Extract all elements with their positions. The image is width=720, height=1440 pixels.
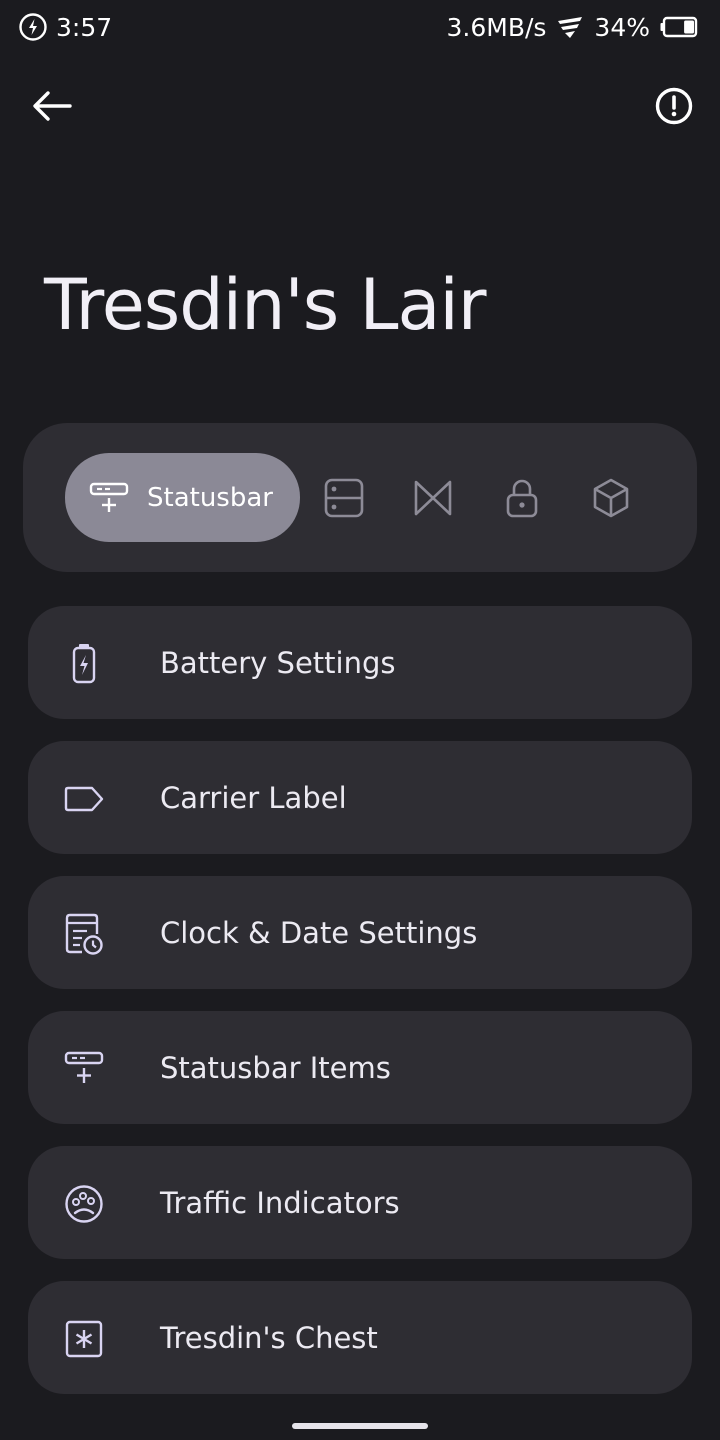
status-bar-right: 3.6MB/s 34% (446, 10, 698, 44)
tab-media[interactable] (410, 475, 456, 521)
label-icon (62, 777, 106, 821)
traffic-icon (62, 1182, 106, 1226)
arrow-left-icon (33, 91, 72, 121)
list-item-carrier-label[interactable]: Carrier Label (28, 741, 692, 854)
panel-icon (324, 478, 364, 518)
wifi-icon (556, 15, 584, 39)
section-tab-bar: Statusbar (23, 423, 697, 572)
page-title: Tresdin's Lair (44, 264, 487, 346)
list-item-label: Carrier Label (160, 780, 347, 815)
status-bar-left: 3:57 (18, 10, 112, 44)
tab-lockscreen[interactable] (499, 475, 545, 521)
chest-icon (62, 1317, 106, 1361)
tab-misc[interactable] (588, 475, 634, 521)
tab-statusbar-label: Statusbar (147, 482, 273, 513)
battery-percent: 34% (594, 12, 650, 42)
info-button[interactable] (650, 82, 698, 130)
battery-status-icon (660, 16, 698, 38)
alert-circle-icon (655, 87, 693, 125)
list-item-clock-date-settings[interactable]: Clock & Date Settings (28, 876, 692, 989)
tab-quick-settings[interactable] (321, 475, 367, 521)
list-item-traffic-indicators[interactable]: Traffic Indicators (28, 1146, 692, 1259)
lock-icon (506, 479, 538, 518)
statusbar-items-icon (62, 1047, 106, 1091)
screen-record-icon (18, 12, 48, 42)
list-item-label: Traffic Indicators (160, 1185, 400, 1220)
status-bar: 3:57 3.6MB/s 34% (0, 0, 720, 54)
list-item-statusbar-items[interactable]: Statusbar Items (28, 1011, 692, 1124)
clock: 3:57 (56, 12, 113, 42)
back-button[interactable] (28, 82, 76, 130)
home-indicator[interactable] (292, 1423, 428, 1429)
tab-statusbar[interactable]: Statusbar (65, 453, 300, 542)
cube-icon (593, 478, 629, 518)
list-item-battery-settings[interactable]: Battery Settings (28, 606, 692, 719)
statusbar-icon (89, 481, 129, 515)
list-item-tresdins-chest[interactable]: Tresdin's Chest (28, 1281, 692, 1394)
list-item-label: Battery Settings (160, 645, 396, 680)
network-speed: 3.6MB/s (446, 12, 547, 42)
battery-icon (62, 642, 106, 686)
list-item-label: Tresdin's Chest (160, 1320, 378, 1355)
list-item-label: Statusbar Items (160, 1050, 391, 1085)
list-item-label: Clock & Date Settings (160, 915, 478, 950)
clock-date-icon (62, 912, 106, 956)
bowtie-icon (414, 480, 452, 516)
